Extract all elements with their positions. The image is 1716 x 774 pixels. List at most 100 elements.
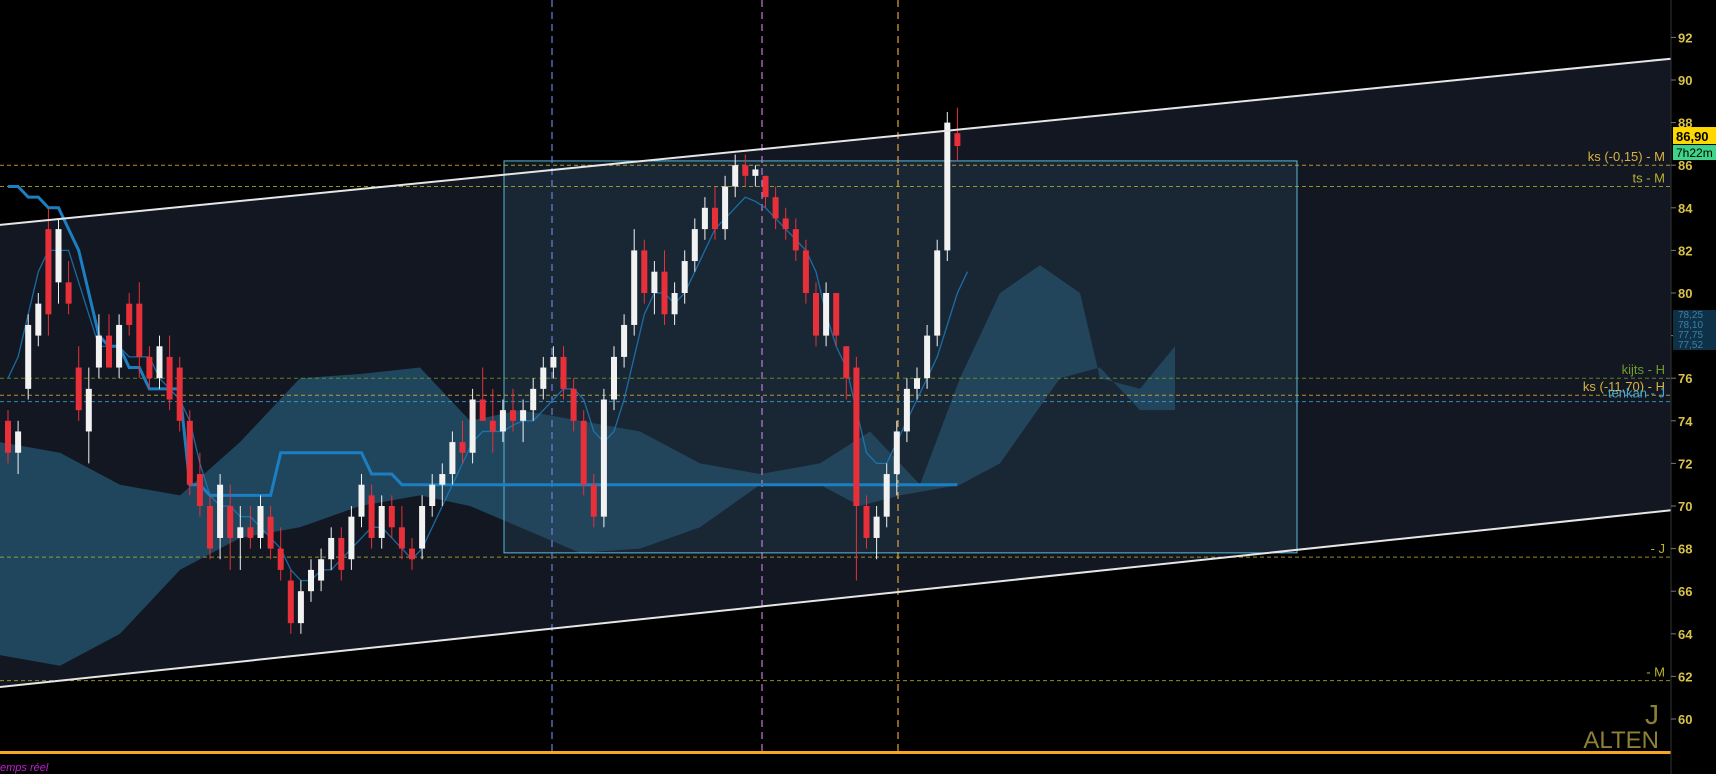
candle-body: [499, 410, 506, 432]
candle-body: [873, 516, 880, 538]
candle-body: [671, 293, 678, 315]
level-label-1: ks (-0,15) - M: [1588, 149, 1665, 164]
candle-body: [944, 122, 951, 251]
candle-body: [701, 207, 708, 230]
candle-body: [469, 399, 476, 453]
candle-body: [651, 271, 658, 293]
axis-tick-label: 70: [1678, 499, 1692, 514]
candle-body: [186, 420, 193, 485]
axis-tick-label: 64: [1678, 627, 1693, 642]
axis-tick-label: 62: [1678, 669, 1692, 684]
candle-body: [328, 537, 335, 560]
candle-body: [45, 229, 52, 315]
axis-tick-label: 72: [1678, 456, 1692, 471]
candle-body: [772, 197, 779, 219]
candle-body: [388, 506, 395, 528]
candle-body: [691, 229, 698, 262]
candle-body: [550, 356, 557, 368]
side-tag-label: 77,52: [1678, 340, 1703, 351]
candle-body: [5, 420, 11, 453]
candle-body: [207, 506, 213, 549]
candle-body: [368, 495, 375, 538]
candle-body: [681, 261, 688, 293]
timeframe-label: J: [1645, 699, 1659, 730]
candle: [934, 239, 941, 347]
candle-body: [297, 591, 304, 624]
candle-body: [863, 506, 870, 538]
candle-body: [217, 484, 224, 538]
candle-body: [106, 335, 112, 368]
candle-body: [65, 282, 72, 304]
candle-body: [893, 431, 900, 475]
candle-body: [247, 527, 254, 538]
candle-body: [914, 378, 920, 389]
candle-body: [813, 293, 819, 336]
level-label-6: - J: [1651, 541, 1665, 556]
axis-tick-label: 60: [1678, 712, 1692, 727]
candle-body: [439, 474, 446, 485]
candle-body: [530, 388, 537, 411]
price-tag-label: 86,90: [1676, 129, 1709, 144]
candle-body: [15, 431, 22, 453]
ticker-label: ALTEN: [1583, 727, 1659, 754]
candle-body: [954, 133, 961, 147]
candle-body: [75, 367, 82, 411]
candle-body: [792, 229, 799, 251]
candle-body: [631, 250, 638, 325]
candle-body: [358, 484, 365, 517]
axis-tick-label: 76: [1678, 371, 1692, 386]
candle-body: [722, 186, 729, 230]
candle-body: [267, 516, 274, 549]
candle-body: [924, 335, 931, 379]
candle-body: [429, 484, 436, 506]
candle-body: [277, 548, 284, 570]
candle-body: [479, 399, 486, 421]
candle: [580, 410, 587, 496]
candle-body: [823, 293, 830, 336]
candle-body: [338, 537, 345, 570]
candle-body: [762, 175, 769, 198]
candle-body: [802, 250, 809, 293]
candle-body: [590, 484, 597, 517]
candle-body: [712, 207, 718, 230]
candle-body: [611, 356, 617, 400]
axis-tick-label: 86: [1678, 158, 1692, 173]
candle-body: [560, 356, 567, 389]
candle-body: [600, 399, 607, 517]
candle: [944, 111, 951, 262]
candle-body: [287, 580, 294, 624]
candle-body: [449, 442, 456, 475]
level-label-7: - M: [1646, 665, 1665, 680]
candle-body: [35, 303, 42, 336]
candle-body: [570, 388, 577, 421]
candle-body: [661, 271, 668, 315]
candle-body: [126, 303, 133, 325]
candle: [600, 388, 607, 528]
candle-body: [752, 169, 759, 176]
candle-body: [146, 356, 153, 379]
candle-body: [409, 548, 415, 560]
candle-body: [156, 346, 163, 379]
candle-body: [520, 410, 527, 421]
candle: [186, 410, 193, 496]
candle-body: [580, 420, 587, 485]
candle-body: [621, 324, 628, 357]
axis-tick-label: 92: [1678, 30, 1692, 45]
candle-body: [641, 250, 648, 293]
candle-body: [843, 346, 850, 379]
candle-body: [25, 324, 32, 389]
candle-body: [318, 559, 325, 581]
footer-note: emps réel: [0, 762, 49, 774]
candle: [469, 388, 476, 464]
candle-body: [903, 388, 910, 432]
candle-body: [934, 250, 941, 336]
candle-body: [378, 506, 385, 538]
candle-body: [55, 229, 62, 283]
candle-body: [883, 474, 890, 517]
candle-body: [196, 474, 203, 506]
candle-body: [348, 516, 355, 560]
candle-body: [459, 442, 466, 453]
axis-tick-label: 80: [1678, 286, 1692, 301]
ichimoku-chart[interactable]: ks (-0,15) - Mts - Mkijts - Hks (-11,70)…: [0, 0, 1716, 774]
candle-body: [853, 367, 860, 506]
